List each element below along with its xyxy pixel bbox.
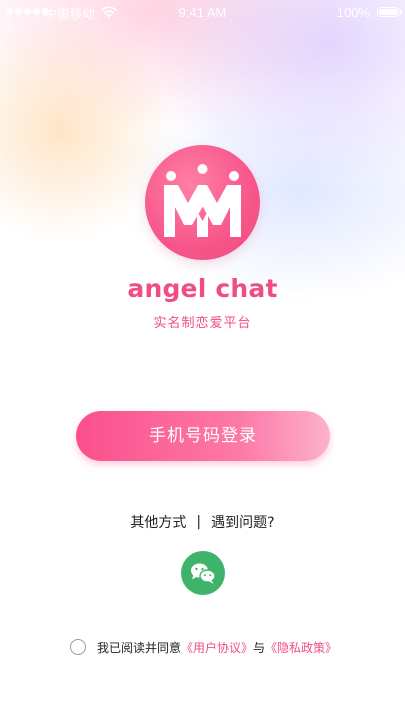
- user-agreement-link[interactable]: 《用户协议》: [181, 639, 253, 656]
- separator: |: [196, 514, 202, 530]
- phone-login-button[interactable]: 手机号码登录: [76, 411, 330, 461]
- battery-percent: 100%: [336, 5, 370, 20]
- background-gradient: [0, 0, 405, 720]
- app-slogan: 实名制恋爱平台: [153, 316, 252, 331]
- app-name: angel chat: [127, 274, 278, 303]
- agreement-prefix: 我已阅读并同意: [97, 640, 182, 655]
- battery-icon: [377, 7, 402, 17]
- status-bar: 中国移动 9:41 AM 100%: [0, 0, 405, 26]
- crown-mm-logo-icon: [164, 164, 241, 237]
- privacy-policy-link[interactable]: 《隐私政策》: [265, 639, 337, 656]
- help-link[interactable]: 遇到问题?: [211, 512, 274, 532]
- app-logo: [145, 145, 260, 260]
- wechat-login-button[interactable]: [181, 551, 225, 595]
- agreement-and: 与: [253, 640, 266, 655]
- agreement-row: 我已阅读并同意 《用户协议》 与 《隐私政策》: [70, 638, 337, 656]
- other-options-row: 其他方式 | 遇到问题?: [0, 512, 405, 532]
- agreement-checkbox[interactable]: [70, 639, 86, 655]
- wechat-icon: [191, 563, 216, 584]
- other-methods-link[interactable]: 其他方式: [130, 512, 186, 532]
